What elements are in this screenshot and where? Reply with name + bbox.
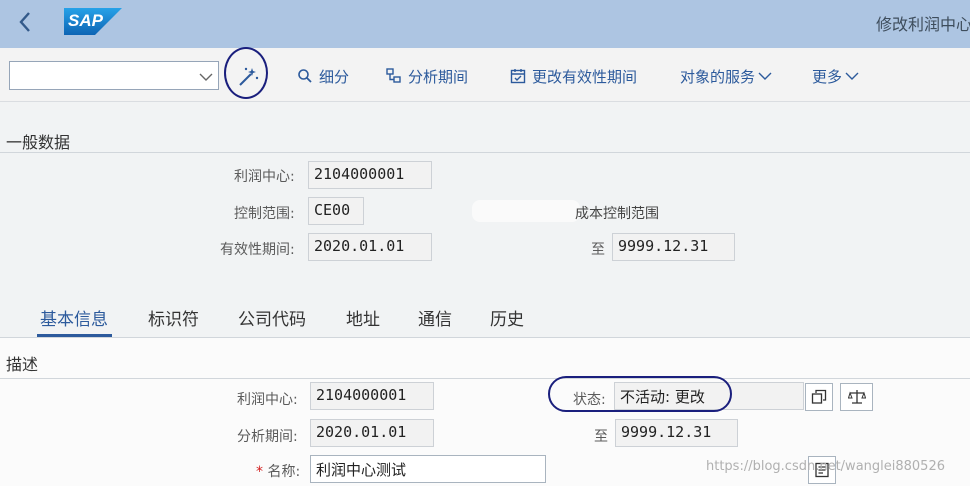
profit-center-label: 利润中心: (234, 169, 295, 185)
tab-basic-info[interactable]: 基本信息 (40, 305, 108, 330)
app-title: 修改利润中心 (876, 15, 970, 34)
name-label: 名称: (267, 464, 301, 480)
segment-button[interactable]: 细分 (297, 66, 349, 87)
name-label-group: * 名称: (256, 461, 300, 481)
description-divider (0, 378, 970, 379)
back-button[interactable] (18, 8, 42, 36)
required-asterisk: * (256, 464, 263, 480)
tab-indicators[interactable]: 标识符 (148, 305, 199, 330)
name-field[interactable]: 利润中心测试 (310, 455, 546, 483)
desc-profit-center-field[interactable]: 2104000001 (310, 382, 434, 410)
analysis-from-field[interactable]: 2020.01.01 (310, 419, 434, 447)
controlling-area-label: 控制范围: (234, 206, 295, 222)
segment-label: 细分 (319, 68, 350, 86)
validity-from-field[interactable]: 2020.01.01 (308, 233, 432, 261)
sap-logo-text: SAP (68, 11, 103, 30)
shell-bar: SAP 修改利润中心 (0, 0, 970, 48)
calendar-icon (510, 69, 526, 84)
app-root: SAP 修改利润中心 细分 分析期间 更改有效性期间 对象的服务 更多 一般数据… (0, 0, 970, 486)
more-label: 更多 (812, 68, 843, 86)
analysis-period-field-label: 分析期间: (237, 429, 298, 445)
chevron-down-icon (845, 72, 859, 80)
more-button[interactable]: 更多 (812, 66, 859, 87)
change-validity-label: 更改有效性期间 (532, 68, 638, 86)
copy-icon (811, 389, 827, 404)
analysis-period-button[interactable]: 分析期间 (386, 66, 468, 87)
chevron-left-icon (19, 12, 30, 32)
balance-icon (847, 390, 866, 404)
analysis-period-label: 分析期间 (408, 68, 469, 86)
redacted-area (472, 200, 580, 222)
annotation-circle (548, 376, 732, 412)
controlling-area-description: 成本控制范围 (575, 206, 659, 222)
magnifier-icon (298, 69, 312, 83)
chevron-down-icon (758, 72, 772, 80)
balance-button[interactable] (840, 383, 873, 411)
profit-center-field[interactable]: 2104000001 (308, 161, 432, 189)
tab-company-codes[interactable]: 公司代码 (238, 305, 306, 330)
tab-bar: 基本信息 标识符 公司代码 地址 通信 历史 (0, 305, 970, 337)
hierarchy-icon (386, 68, 401, 83)
annotation-circle (224, 47, 268, 99)
sap-logo: SAP (64, 8, 122, 35)
validity-to-label: 至 (591, 242, 605, 258)
tab-history[interactable]: 历史 (490, 305, 524, 330)
watermark: https://blog.csdn.net/wanglei880526 (706, 459, 945, 474)
validity-to-field[interactable]: 9999.12.31 (612, 233, 735, 261)
desc-profit-center-label: 利润中心: (237, 392, 298, 408)
analysis-to-field[interactable]: 9999.12.31 (615, 419, 738, 447)
description-title: 描述 (6, 355, 39, 374)
object-services-label: 对象的服务 (680, 68, 756, 86)
section-divider (0, 152, 970, 153)
object-services-button[interactable]: 对象的服务 (680, 66, 772, 87)
general-data-title: 一般数据 (6, 133, 71, 152)
analysis-to-label: 至 (594, 429, 608, 445)
change-validity-button[interactable]: 更改有效性期间 (510, 66, 637, 87)
validity-period-label: 有效性期间: (220, 242, 295, 258)
status-details-button[interactable] (805, 383, 833, 411)
tab-communication[interactable]: 通信 (418, 305, 452, 330)
tab-address[interactable]: 地址 (346, 305, 380, 330)
controlling-area-field[interactable]: CE00 (308, 197, 364, 225)
chevron-down-icon[interactable] (199, 67, 213, 87)
command-field[interactable] (9, 61, 219, 90)
